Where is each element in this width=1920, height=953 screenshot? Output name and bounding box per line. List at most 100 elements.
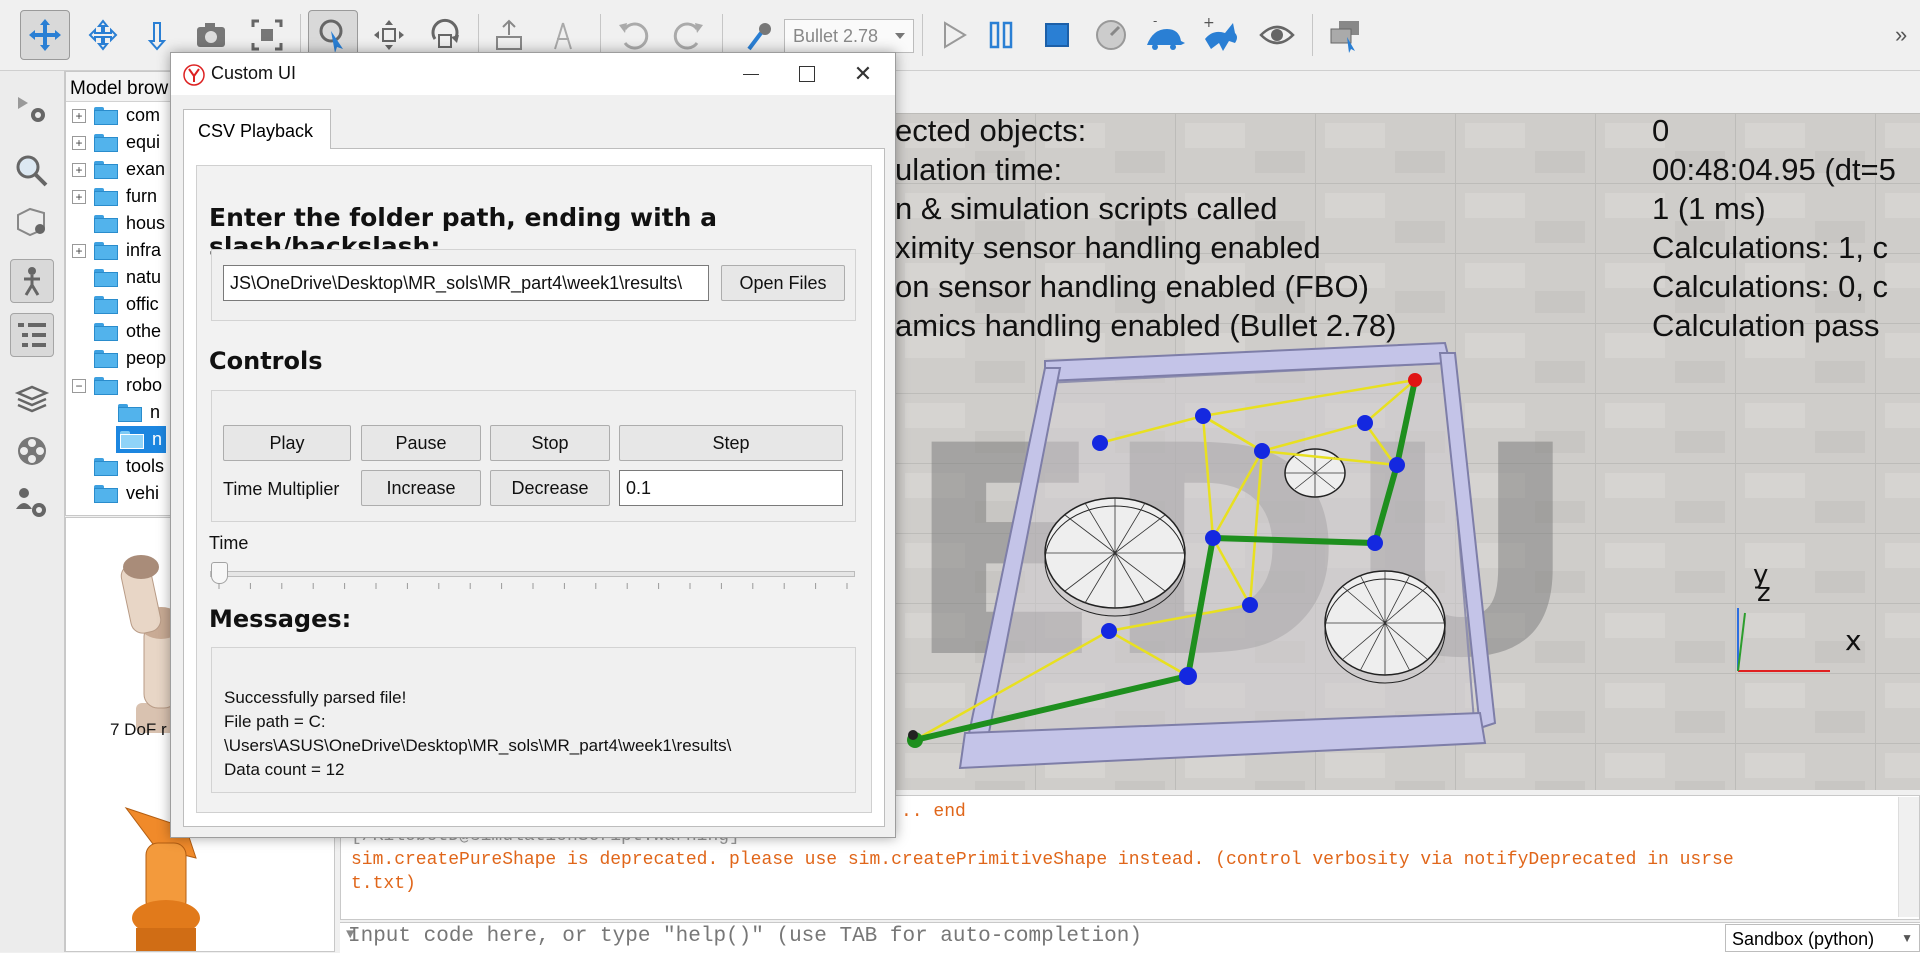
info-row: n & simulation scripts called: [895, 191, 1278, 227]
code-input-field[interactable]: ▼ Input code here, or type "help()" (use…: [340, 922, 1920, 953]
open-files-button[interactable]: Open Files: [721, 265, 845, 301]
tree-item[interactable]: natu: [94, 264, 161, 291]
tree-item-label: natu: [126, 267, 162, 287]
custom-ui-dialog: Custom UI ✕ CSV Playback Enter the folde…: [170, 52, 896, 838]
message-line: Data count = 12: [224, 760, 345, 779]
time-slider-handle[interactable]: [211, 562, 228, 584]
tree-item[interactable]: hous: [94, 210, 165, 237]
play-button[interactable]: Play: [223, 425, 351, 461]
tree-item-label: offic: [126, 294, 159, 314]
console-line: sim.createPureShape is deprecated. pleas…: [351, 850, 1734, 870]
messages-box: Successfully parsed file! File path = C:…: [211, 647, 856, 793]
tree-item[interactable]: + infra: [72, 237, 161, 264]
scene-hierarchy-toggle-icon[interactable]: [10, 313, 54, 357]
tree-item-label: exan: [126, 159, 166, 179]
increase-button[interactable]: Increase: [361, 470, 481, 506]
tree-item-label: hous: [126, 213, 166, 233]
stop-icon[interactable]: [1032, 10, 1082, 60]
tree-item[interactable]: offic: [94, 291, 159, 318]
speed-up-icon[interactable]: +: [1196, 10, 1246, 60]
info-label: ximity sensor handling enabled: [895, 230, 1321, 265]
folder-icon: [120, 430, 144, 449]
slow-down-icon[interactable]: -: [1140, 10, 1190, 60]
time-slider[interactable]: [210, 571, 855, 577]
close-button[interactable]: ✕: [835, 53, 891, 95]
time-multiplier-label: Time Multiplier: [223, 479, 340, 499]
tree-item[interactable]: + furn: [72, 183, 157, 210]
info-label: on sensor handling enabled (FBO): [895, 269, 1369, 304]
tree-item[interactable]: n: [118, 399, 160, 426]
folder-icon: [94, 241, 118, 260]
info-label: ected objects:: [895, 113, 1087, 148]
console-scrollbar[interactable]: [1898, 797, 1919, 917]
tree-item-selected[interactable]: n: [116, 426, 167, 453]
tree-item[interactable]: othe: [94, 318, 161, 345]
expand-icon[interactable]: +: [72, 162, 86, 177]
info-value: Calculations: 1, c: [1652, 230, 1889, 265]
user-settings-icon[interactable]: [10, 481, 54, 525]
video-recorder-icon[interactable]: [10, 429, 54, 473]
camera-pan-icon[interactable]: [20, 10, 70, 60]
info-row: on sensor handling enabled (FBO): [895, 269, 1369, 305]
info-value: 00:48:04.95 (dt=5: [1652, 152, 1896, 187]
expand-icon[interactable]: +: [72, 189, 86, 204]
maximize-button[interactable]: [779, 53, 835, 95]
model-thumbnail-label: 7 DoF r: [110, 720, 167, 739]
pause-icon[interactable]: [976, 10, 1026, 60]
app-logo-icon: [183, 64, 205, 86]
folder-icon: [94, 376, 118, 395]
camera-rotate-icon[interactable]: [78, 10, 128, 60]
message-line: \Users\ASUS\OneDrive\Desktop\MR_sols\MR_…: [224, 736, 732, 755]
simulation-settings-icon[interactable]: [10, 89, 54, 133]
console-line: t.txt): [351, 874, 416, 894]
svg-text:z: z: [1757, 578, 1771, 608]
tree-item[interactable]: peop: [94, 345, 166, 372]
tree-item[interactable]: + exan: [72, 156, 165, 183]
object-properties-icon[interactable]: [10, 199, 54, 243]
chevron-down-icon: ▼: [1901, 931, 1913, 945]
model-browser-toggle-icon[interactable]: [10, 259, 54, 303]
scene-info-overlay: ected objects: 0 ulation time: 00:48:04.…: [895, 113, 1920, 353]
tree-item[interactable]: + com: [72, 102, 160, 129]
tree-item[interactable]: tools: [94, 453, 164, 480]
info-row: ected objects:: [895, 113, 1086, 149]
tree-item[interactable]: + equi: [72, 129, 160, 156]
decrease-button[interactable]: Decrease: [490, 470, 610, 506]
real-time-icon[interactable]: [1086, 10, 1136, 60]
tree-item[interactable]: vehi: [94, 480, 159, 507]
pause-button[interactable]: Pause: [361, 425, 481, 461]
expand-icon[interactable]: +: [72, 135, 86, 150]
folder-icon: [94, 133, 118, 152]
collapse-icon[interactable]: −: [72, 378, 86, 393]
expand-icon[interactable]: +: [72, 243, 86, 258]
dialog-titlebar[interactable]: Custom UI ✕: [171, 53, 895, 95]
minimize-button[interactable]: [723, 53, 779, 95]
folder-icon: [94, 106, 118, 125]
info-value: Calculation pass: [1652, 308, 1880, 343]
step-button[interactable]: Step: [619, 425, 843, 461]
tree-item[interactable]: − robo: [72, 372, 162, 399]
visualization-toggle-icon[interactable]: [1252, 10, 1302, 60]
play-icon[interactable]: [928, 10, 978, 60]
layers-icon[interactable]: [10, 377, 54, 421]
page-selector-icon[interactable]: [1320, 10, 1370, 60]
info-row: ximity sensor handling enabled: [895, 230, 1321, 266]
time-multiplier-input[interactable]: 0.1: [619, 470, 843, 506]
tree-item-label: peop: [126, 348, 167, 368]
tree-item-label: com: [126, 105, 161, 125]
info-label: amics handling enabled (Bullet 2.78): [895, 308, 1397, 343]
controls-heading: Controls: [209, 347, 323, 375]
folder-path-input[interactable]: JS\OneDrive\Desktop\MR_sols\MR_part4\wee…: [223, 265, 709, 301]
left-toolbar: [0, 71, 65, 952]
stop-button[interactable]: Stop: [490, 425, 610, 461]
selection-search-icon[interactable]: [10, 149, 54, 193]
dialog-title: Custom UI: [211, 63, 297, 83]
physics-engine-select[interactable]: Bullet 2.78: [784, 19, 914, 53]
toolbar-overflow-button[interactable]: »: [1895, 22, 1907, 48]
tab-csv-playback[interactable]: CSV Playback: [183, 109, 331, 149]
tree-item-label: tools: [126, 456, 165, 476]
info-label: ulation time:: [895, 152, 1063, 187]
expand-icon[interactable]: +: [72, 108, 86, 123]
script-language-select[interactable]: Sandbox (python) ▼: [1725, 924, 1920, 952]
svg-text:+: +: [1203, 15, 1215, 31]
